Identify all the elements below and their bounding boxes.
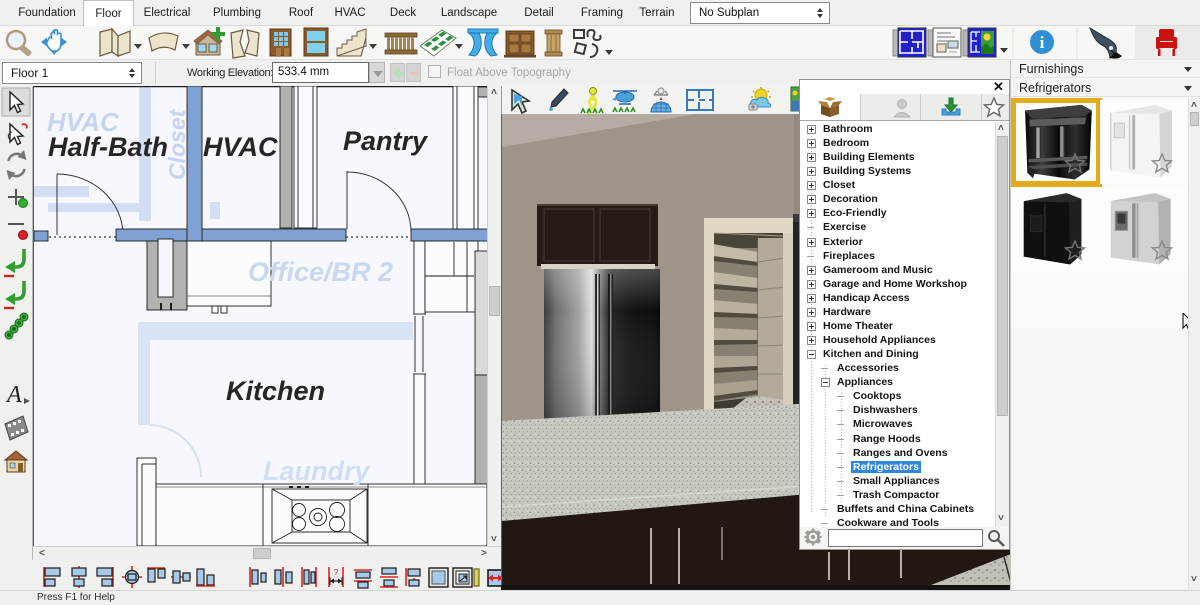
svg-text:Pantry: Pantry <box>343 126 429 156</box>
svg-text:A: A <box>5 382 22 408</box>
svg-text:Half-Bath: Half-Bath <box>48 132 168 162</box>
svg-text:?: ? <box>334 568 339 577</box>
svg-text:Office/BR 2: Office/BR 2 <box>248 257 393 287</box>
svg-text:HVAC: HVAC <box>203 132 278 162</box>
svg-text:Kitchen: Kitchen <box>226 376 325 406</box>
svg-text:i: i <box>1040 33 1045 52</box>
svg-text:Laundry: Laundry <box>263 456 371 486</box>
